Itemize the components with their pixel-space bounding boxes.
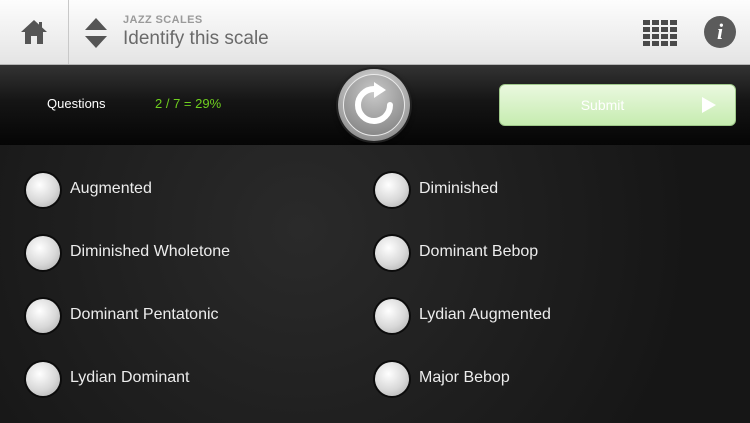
sort-button[interactable] xyxy=(82,16,110,50)
option-label: Lydian Augmented xyxy=(419,306,551,323)
radio-button[interactable] xyxy=(375,362,409,396)
header-divider xyxy=(68,0,69,64)
page-title: Identify this scale xyxy=(123,28,269,49)
page-subtitle: JAZZ SCALES xyxy=(123,14,203,26)
option-label: Diminished xyxy=(419,180,499,197)
sort-arrows-icon xyxy=(85,18,107,48)
radio-button[interactable] xyxy=(375,299,409,333)
answer-options: Augmented Diminished Diminished Wholeton… xyxy=(0,145,750,423)
radio-button[interactable] xyxy=(375,173,409,207)
replay-icon xyxy=(355,82,393,124)
info-button[interactable]: i xyxy=(704,16,736,48)
home-button[interactable] xyxy=(0,0,68,64)
radio-button[interactable] xyxy=(26,362,60,396)
top-bar: JAZZ SCALES Identify this scale i xyxy=(0,0,750,65)
radio-button[interactable] xyxy=(26,236,60,270)
questions-label: Questions xyxy=(47,96,106,111)
option-label: Major Bebop xyxy=(419,369,510,386)
play-icon xyxy=(702,97,716,113)
score-value: 2 / 7 = 29% xyxy=(155,96,222,111)
submit-button[interactable]: Submit xyxy=(499,84,736,126)
grid-menu-button[interactable] xyxy=(641,18,681,48)
option-label: Dominant Bebop xyxy=(419,243,539,260)
home-icon xyxy=(21,20,47,44)
radio-button[interactable] xyxy=(26,173,60,207)
submit-label: Submit xyxy=(580,97,625,113)
info-icon: i xyxy=(716,19,724,44)
title-block: JAZZ SCALES Identify this scale xyxy=(123,14,269,51)
replay-button[interactable] xyxy=(338,69,410,141)
control-band: Questions 2 / 7 = 29% Submit xyxy=(0,65,750,145)
radio-button[interactable] xyxy=(26,299,60,333)
option-label: Diminished Wholetone xyxy=(70,243,231,260)
radio-button[interactable] xyxy=(375,236,409,270)
option-label: Dominant Pentatonic xyxy=(70,306,219,323)
option-label: Lydian Dominant xyxy=(70,369,190,386)
option-label: Augmented xyxy=(70,180,152,197)
grid-menu-icon xyxy=(643,20,677,46)
